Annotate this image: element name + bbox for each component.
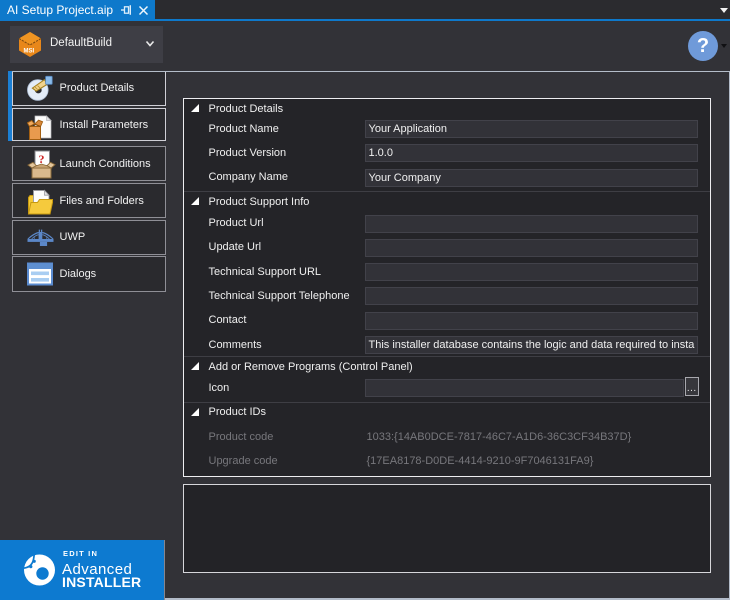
- svg-text:MSI: MSI: [24, 49, 35, 55]
